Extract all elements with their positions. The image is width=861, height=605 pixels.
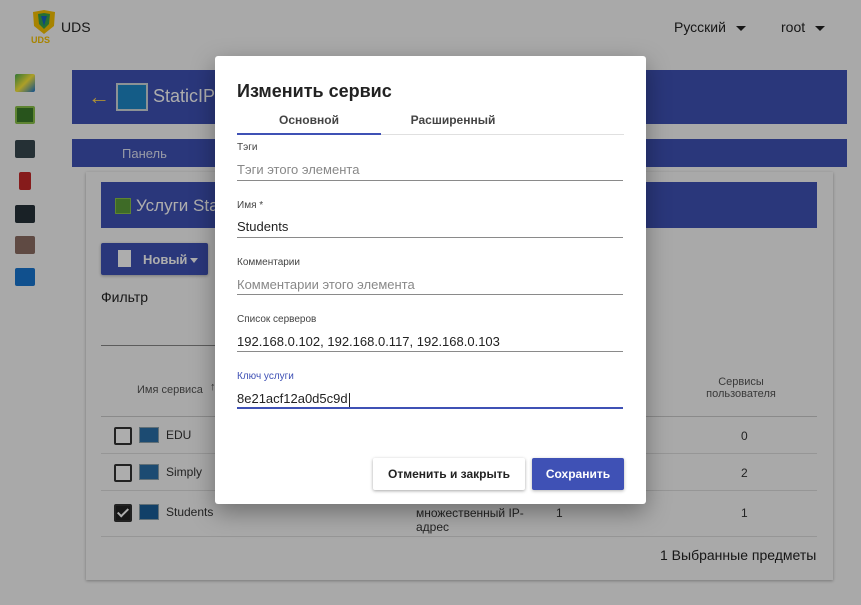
tab-basic[interactable]: Основной (237, 113, 381, 127)
name-underline (237, 237, 623, 238)
text-cursor (348, 392, 350, 407)
comments-underline (237, 294, 623, 295)
name-input[interactable]: Students (237, 219, 288, 234)
comments-label: Комментарии (237, 257, 300, 268)
tags-label: Тэги (237, 142, 258, 153)
servers-underline (237, 351, 623, 352)
service-key-input[interactable]: 8e21acf12a0d5c9d (237, 391, 350, 407)
tags-input[interactable]: Тэги этого элемента (237, 162, 359, 177)
cancel-button[interactable]: Отменить и закрыть (373, 458, 525, 490)
comments-input[interactable]: Комментарии этого элемента (237, 277, 415, 292)
service-key-underline (237, 407, 623, 409)
servers-label: Список серверов (237, 314, 317, 325)
dialog-title: Изменить сервис (237, 81, 392, 101)
service-key-value: 8e21acf12a0d5c9d (237, 391, 348, 406)
service-key-label: Ключ услуги (237, 371, 294, 382)
tab-advanced[interactable]: Расширенный (381, 113, 525, 127)
tags-underline (237, 180, 623, 181)
servers-input[interactable]: 192.168.0.102, 192.168.0.117, 192.168.0.… (237, 334, 500, 349)
active-tab-indicator (237, 133, 381, 135)
save-button[interactable]: Сохранить (532, 458, 624, 490)
edit-service-dialog: Изменить сервис Основной Расширенный Тэг… (215, 56, 646, 504)
name-label: Имя * (237, 200, 264, 211)
